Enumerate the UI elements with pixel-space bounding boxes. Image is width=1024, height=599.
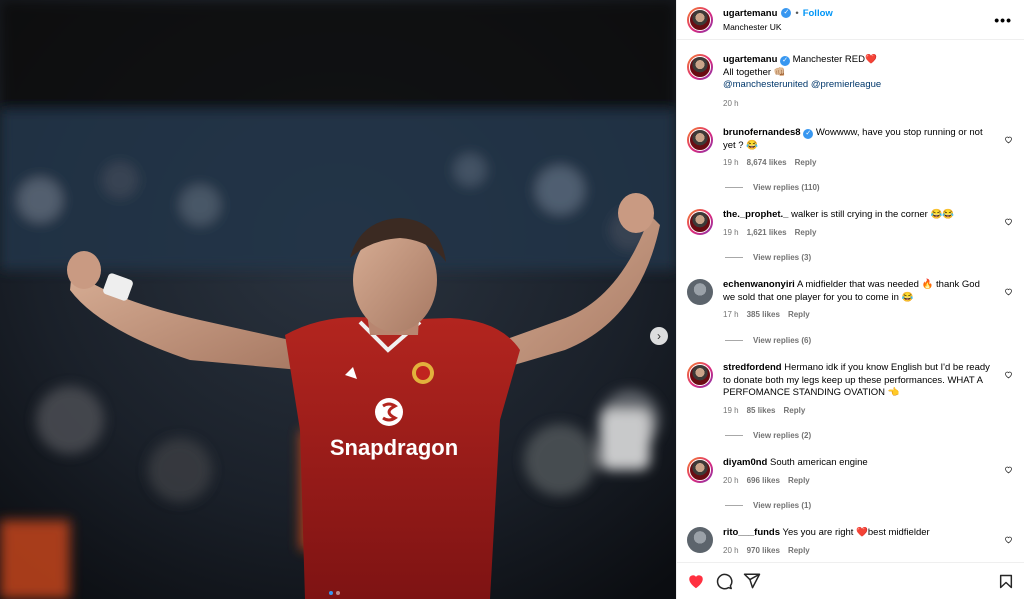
- commenter-avatar[interactable]: [687, 209, 713, 235]
- view-replies-label: View replies (110): [753, 183, 820, 192]
- comment-time[interactable]: 19 h: [723, 158, 739, 167]
- post-viewer: Snapdragon › ugartemanu ✓ • Follow Manch…: [0, 0, 1024, 599]
- verified-badge-icon: ✓: [781, 8, 792, 18]
- post-side-panel: ugartemanu ✓ • Follow Manchester UK ••• …: [676, 0, 1024, 599]
- carousel-dots: [329, 591, 340, 595]
- view-replies-button[interactable]: View replies (110): [725, 183, 820, 192]
- reply-button[interactable]: Reply: [788, 310, 810, 319]
- post-header: ugartemanu ✓ • Follow Manchester UK •••: [677, 0, 1024, 40]
- heart-filled-icon[interactable]: [687, 572, 705, 590]
- commenter-username[interactable]: rito___funds: [723, 527, 780, 538]
- comment-time[interactable]: 20 h: [723, 546, 739, 555]
- like-comment-heart-icon[interactable]: [1004, 217, 1013, 226]
- like-comment-heart-icon[interactable]: [1004, 287, 1013, 296]
- commenter-avatar[interactable]: [687, 362, 713, 388]
- commenter-avatar[interactable]: [687, 457, 713, 483]
- like-comment-heart-icon[interactable]: [1004, 465, 1013, 474]
- comment-likes[interactable]: 385 likes: [747, 310, 780, 319]
- comment-time[interactable]: 19 h: [723, 228, 739, 237]
- reply-button[interactable]: Reply: [784, 406, 806, 415]
- comment-time[interactable]: 17 h: [723, 310, 739, 319]
- comments-list[interactable]: ugartemanu ✓ Manchester RED❤️ All togeth…: [677, 41, 1024, 561]
- view-replies-label: View replies (1): [753, 501, 812, 510]
- post-location[interactable]: Manchester UK: [723, 22, 833, 32]
- post-photo: Snapdragon: [0, 0, 676, 599]
- comment-likes[interactable]: 8,674 likes: [747, 158, 787, 167]
- mention-link[interactable]: @manchesterunited: [723, 79, 808, 90]
- commenter-username[interactable]: diyam0nd: [723, 457, 767, 468]
- chevron-right-icon: ›: [657, 329, 661, 343]
- comment-item: diyam0nd South american engine 20 h 696 …: [687, 457, 1017, 485]
- verified-badge-icon: ✓: [780, 56, 791, 66]
- view-replies-button[interactable]: View replies (1): [725, 501, 811, 510]
- replies-divider: [725, 187, 743, 188]
- comment-item: echenwanonyiri A midfielder that was nee…: [687, 279, 1017, 319]
- verified-badge-icon: ✓: [803, 129, 814, 139]
- post-caption: ugartemanu ✓ Manchester RED❤️ All togeth…: [687, 54, 1007, 110]
- commenter-avatar[interactable]: [687, 279, 713, 305]
- carousel-dot: [336, 591, 340, 595]
- view-replies-label: View replies (6): [753, 336, 812, 345]
- view-replies-button[interactable]: View replies (3): [725, 253, 811, 262]
- separator-dot: •: [795, 7, 799, 19]
- caption-line-1: Manchester RED❤️: [792, 54, 877, 65]
- author-username[interactable]: ugartemanu: [723, 8, 777, 19]
- comment-likes[interactable]: 970 likes: [747, 546, 780, 555]
- replies-divider: [725, 340, 743, 341]
- share-icon[interactable]: [743, 572, 761, 590]
- shirt-sponsor-text: Snapdragon: [330, 435, 458, 460]
- post-actions-bar: [677, 562, 1024, 599]
- author-avatar[interactable]: [687, 6, 713, 33]
- like-comment-heart-icon[interactable]: [1004, 370, 1013, 379]
- reply-button[interactable]: Reply: [795, 158, 817, 167]
- caption-line-2: All together 👊🏼: [723, 66, 786, 78]
- comment-text: Yes you are right ❤️best midfielder: [782, 527, 930, 538]
- like-comment-heart-icon[interactable]: [1004, 535, 1013, 544]
- mention-link[interactable]: @premierleague: [811, 79, 881, 90]
- commenter-username[interactable]: stredfordend: [723, 362, 782, 373]
- comment-text: South american engine: [770, 457, 868, 468]
- next-image-button[interactable]: ›: [650, 327, 668, 345]
- reply-button[interactable]: Reply: [788, 546, 810, 555]
- comment-item: the._prophet._ walker is still crying in…: [687, 209, 1017, 237]
- comment-item: stredfordend Hermano idk if you know Eng…: [687, 362, 1017, 415]
- carousel-dot-active: [329, 591, 333, 595]
- more-options-icon[interactable]: •••: [994, 12, 1012, 28]
- commenter-avatar[interactable]: [687, 527, 713, 553]
- view-replies-button[interactable]: View replies (2): [725, 431, 811, 440]
- comment-likes[interactable]: 1,621 likes: [747, 228, 787, 237]
- view-replies-label: View replies (3): [753, 253, 812, 262]
- commenter-username[interactable]: the._prophet._: [723, 209, 788, 220]
- comment-time[interactable]: 19 h: [723, 406, 739, 415]
- author-avatar[interactable]: [687, 54, 713, 80]
- follow-button[interactable]: Follow: [803, 8, 833, 19]
- caption-username[interactable]: ugartemanu: [723, 54, 777, 65]
- post-media[interactable]: Snapdragon ›: [0, 0, 676, 599]
- replies-divider: [725, 435, 743, 436]
- comment-likes[interactable]: 85 likes: [747, 406, 776, 415]
- comment-item: rito___funds Yes you are right ❤️best mi…: [687, 527, 1017, 555]
- view-replies-button[interactable]: View replies (6): [725, 336, 811, 345]
- replies-divider: [725, 505, 743, 506]
- view-replies-label: View replies (2): [753, 431, 812, 440]
- comment-likes[interactable]: 696 likes: [747, 476, 780, 485]
- caption-timestamp[interactable]: 20 h: [723, 98, 881, 111]
- comment-item: brunofernandes8 ✓ Wowwww, have you stop …: [687, 127, 1017, 167]
- like-comment-heart-icon[interactable]: [1004, 135, 1013, 144]
- commenter-username[interactable]: brunofernandes8: [723, 127, 801, 138]
- commenter-avatar[interactable]: [687, 127, 713, 153]
- comment-icon[interactable]: [715, 572, 733, 590]
- reply-button[interactable]: Reply: [795, 228, 817, 237]
- reply-button[interactable]: Reply: [788, 476, 810, 485]
- replies-divider: [725, 257, 743, 258]
- comment-text: walker is still crying in the corner 😂😂: [791, 209, 955, 220]
- commenter-username[interactable]: echenwanonyiri: [723, 279, 795, 290]
- bookmark-icon[interactable]: [998, 573, 1014, 590]
- comment-time[interactable]: 20 h: [723, 476, 739, 485]
